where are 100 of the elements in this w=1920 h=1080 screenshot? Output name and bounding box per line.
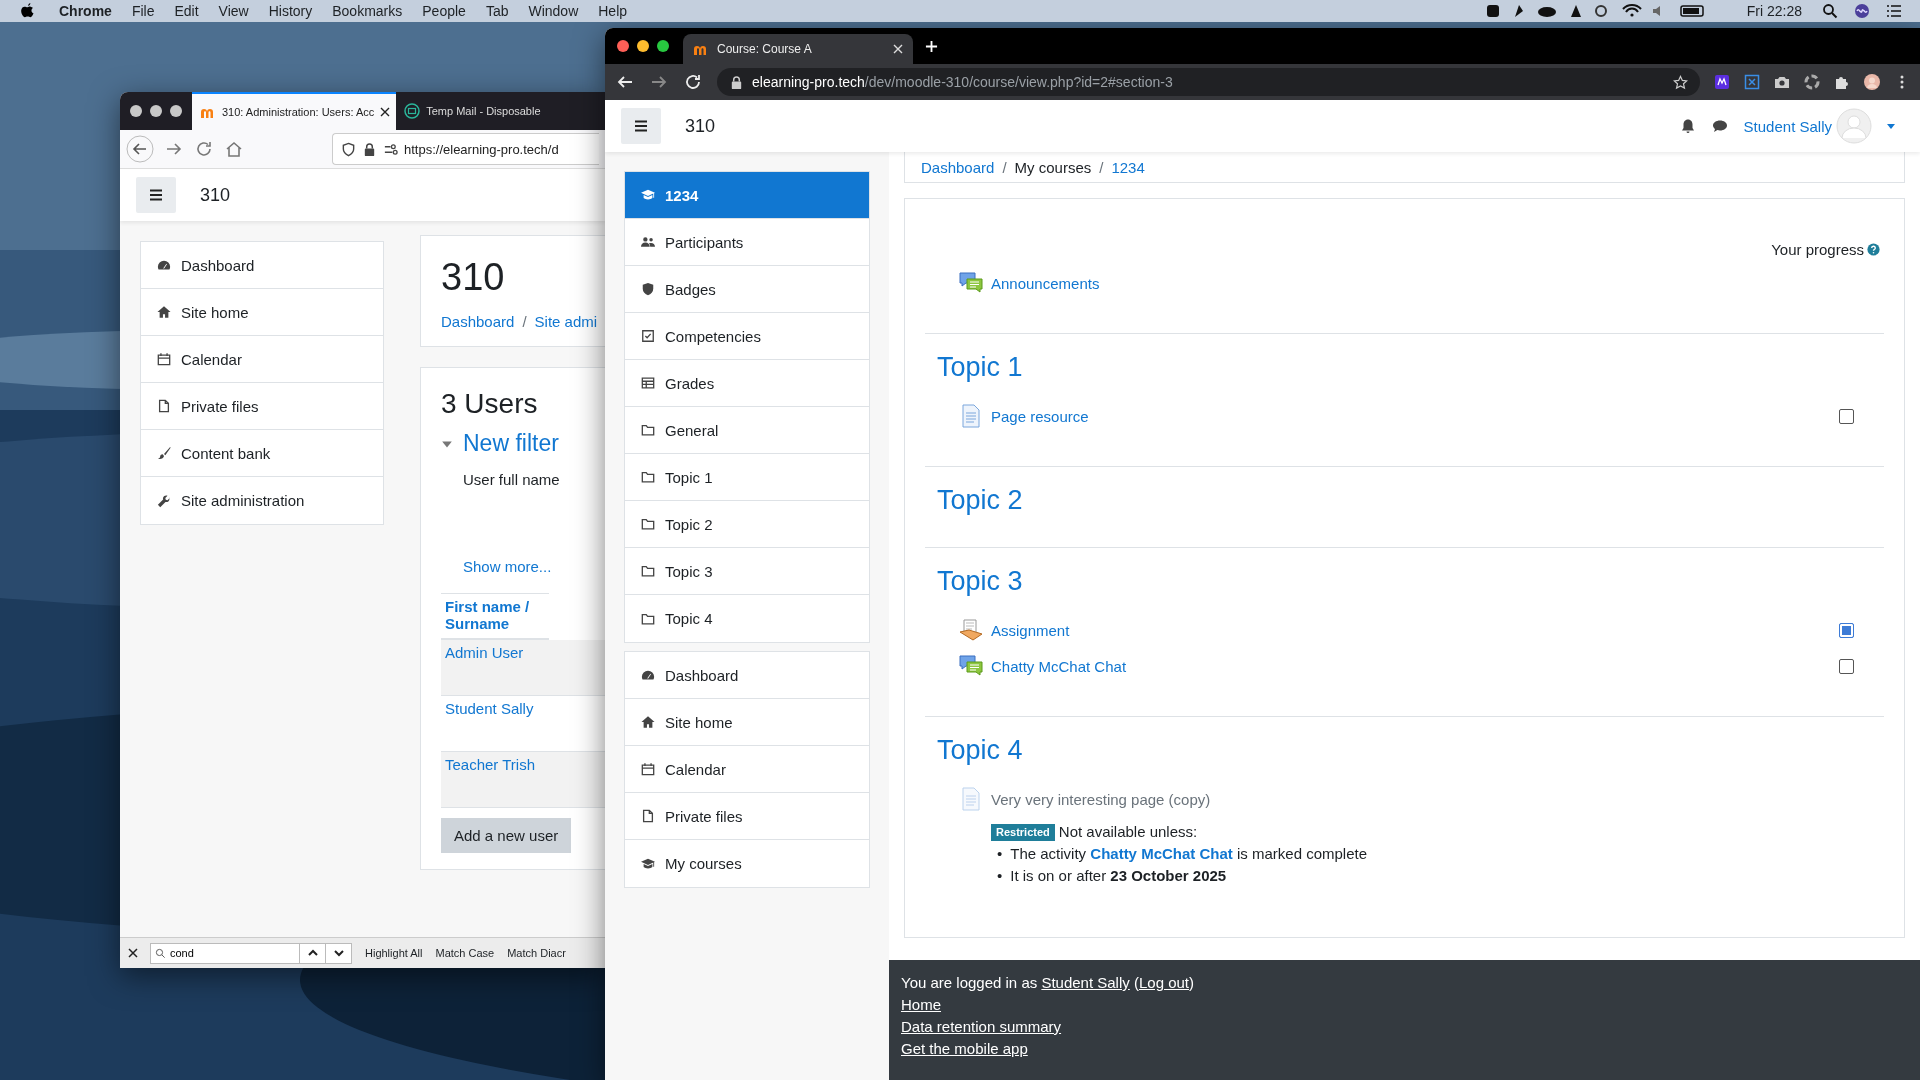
nav-item[interactable]: Participants: [625, 219, 869, 266]
nav-item[interactable]: Dashboard: [141, 242, 383, 289]
find-option[interactable]: Match Diacr: [507, 947, 566, 959]
caret-icon[interactable]: [1886, 121, 1896, 131]
browser-tab[interactable]: Course: Course A: [683, 34, 913, 64]
footer-link[interactable]: Data retention summary: [901, 1016, 1062, 1038]
menu-icon: [148, 187, 164, 203]
show-more-link[interactable]: Show more...: [463, 558, 552, 575]
filter-toggle[interactable]: New filter: [441, 430, 559, 457]
menu-item[interactable]: History: [258, 3, 323, 19]
search-icon[interactable]: [1822, 3, 1838, 19]
menu-item[interactable]: People: [412, 3, 476, 19]
breadcrumb-link[interactable]: Site admi: [534, 313, 598, 330]
menu-item[interactable]: View: [208, 3, 259, 19]
logout-link[interactable]: Log out: [1138, 974, 1189, 991]
breadcrumb-link[interactable]: Dashboard: [441, 313, 515, 330]
completion-checkbox[interactable]: [1839, 408, 1854, 424]
user-name[interactable]: Student Sally: [1743, 117, 1832, 135]
speech-bubble-icon[interactable]: [1711, 118, 1728, 134]
activity-link[interactable]: Chatty McChat Chat: [1090, 845, 1233, 862]
nav-item[interactable]: Topic 3: [625, 548, 869, 595]
new-tab-icon[interactable]: [925, 39, 938, 53]
camera-icon[interactable]: [1774, 74, 1790, 90]
menu-item[interactable]: Edit: [164, 3, 209, 19]
nav-item[interactable]: Calendar: [625, 746, 869, 793]
activity-link[interactable]: Page resource: [991, 407, 1089, 425]
menu-item[interactable]: File: [121, 3, 165, 19]
nav-item[interactable]: Badges: [625, 266, 869, 313]
find-field[interactable]: cond: [150, 942, 300, 964]
extension-icon[interactable]: [1804, 74, 1820, 90]
siri-icon[interactable]: [1854, 3, 1870, 19]
menu-item[interactable]: Window: [518, 3, 589, 19]
nav-item[interactable]: Site home: [141, 289, 383, 336]
completion-checkbox[interactable]: [1839, 658, 1854, 674]
bell-icon[interactable]: [1679, 118, 1696, 134]
restriction-condition: It is on or after 23 October 2025: [1010, 866, 1227, 886]
address-bar[interactable]: elearning-pro.tech/dev/moodle-310/course/view.php?id=2#section-3: [717, 68, 1700, 96]
nav-item[interactable]: 1234: [625, 172, 869, 219]
section-heading[interactable]: Topic 3: [937, 566, 1023, 596]
menu-icon[interactable]: [1886, 3, 1902, 19]
nav-item[interactable]: Topic 1: [625, 454, 869, 501]
puzzle-icon[interactable]: [1834, 74, 1850, 90]
menu-button[interactable]: [621, 108, 661, 144]
close-icon[interactable]: [128, 948, 138, 958]
nav-item[interactable]: Private files: [141, 383, 383, 430]
section-heading[interactable]: Topic 2: [937, 485, 1023, 515]
site-name[interactable]: 310: [685, 115, 716, 137]
activity-link[interactable]: Chatty McChat Chat: [991, 657, 1127, 675]
nav-item[interactable]: Site home: [625, 699, 869, 746]
browser-tab[interactable]: 310: Administration: Users: Acc: [192, 92, 397, 130]
nav-item[interactable]: Private files: [625, 793, 869, 840]
nav-item[interactable]: General: [625, 407, 869, 454]
find-option[interactable]: Match Case: [435, 947, 495, 959]
user-link[interactable]: Teacher Trish: [445, 756, 536, 773]
app-menu[interactable]: Chrome: [49, 3, 122, 19]
nav-item[interactable]: Content bank: [141, 430, 383, 477]
help-icon[interactable]: [1867, 242, 1880, 256]
browser-tab[interactable]: Temp Mail - Disposable: [396, 92, 547, 130]
star-icon[interactable]: [1673, 74, 1688, 90]
chat-bubbles-icon: [959, 654, 983, 678]
footer-link[interactable]: Get the mobile app: [901, 1038, 1028, 1060]
house-icon: [641, 715, 655, 729]
nav-item[interactable]: Topic 4: [625, 595, 869, 642]
nav-item[interactable]: Site administration: [141, 477, 383, 524]
find-option[interactable]: Highlight All: [365, 947, 423, 959]
site-name[interactable]: 310: [200, 184, 231, 206]
completion-checkbox[interactable]: [1839, 622, 1854, 638]
close-icon[interactable]: [380, 107, 391, 117]
section-heading[interactable]: Topic 4: [937, 735, 1023, 765]
menu-item[interactable]: Bookmarks: [322, 3, 413, 19]
menu-item[interactable]: Tab: [475, 3, 519, 19]
add-user-button[interactable]: Add a new user: [441, 818, 572, 853]
user-link[interactable]: Student Sally: [445, 700, 534, 717]
apple-logo-icon[interactable]: [20, 2, 35, 20]
document-icon: [959, 404, 983, 428]
nav-item[interactable]: Topic 2: [625, 501, 869, 548]
menu-item[interactable]: Help: [588, 3, 638, 19]
breadcrumb-link[interactable]: 1234: [1111, 158, 1145, 176]
next-match-button[interactable]: [325, 942, 352, 964]
address-bar[interactable]: https://elearning-pro.tech/d: [332, 133, 599, 165]
activity-link[interactable]: Assignment: [991, 621, 1070, 639]
activity-link[interactable]: Very very interesting page (copy): [991, 790, 1211, 808]
menu-bar-clock[interactable]: Fri 22:28: [1736, 3, 1812, 19]
user-link[interactable]: Student Sally: [1041, 974, 1130, 991]
nav-item[interactable]: Competencies: [625, 313, 869, 360]
nav-item[interactable]: Dashboard: [625, 652, 869, 699]
nav-item[interactable]: Calendar: [141, 336, 383, 383]
nav-item[interactable]: My courses: [625, 840, 869, 887]
section-heading[interactable]: Topic 1: [937, 352, 1023, 382]
user-link[interactable]: Admin User: [445, 644, 524, 661]
home-icon[interactable]: [224, 139, 244, 159]
footer-link[interactable]: Home: [901, 994, 941, 1016]
nav-item[interactable]: Grades: [625, 360, 869, 407]
breadcrumb-link[interactable]: Dashboard: [921, 158, 995, 176]
activity-link[interactable]: Announcements: [991, 274, 1100, 292]
extension-icon[interactable]: [1714, 74, 1730, 90]
avatar-icon[interactable]: [1864, 74, 1880, 90]
menu-button[interactable]: [136, 177, 176, 213]
login-info: You are logged in as Student Sally (Log out): [901, 973, 1195, 993]
reload-icon[interactable]: [683, 72, 703, 92]
